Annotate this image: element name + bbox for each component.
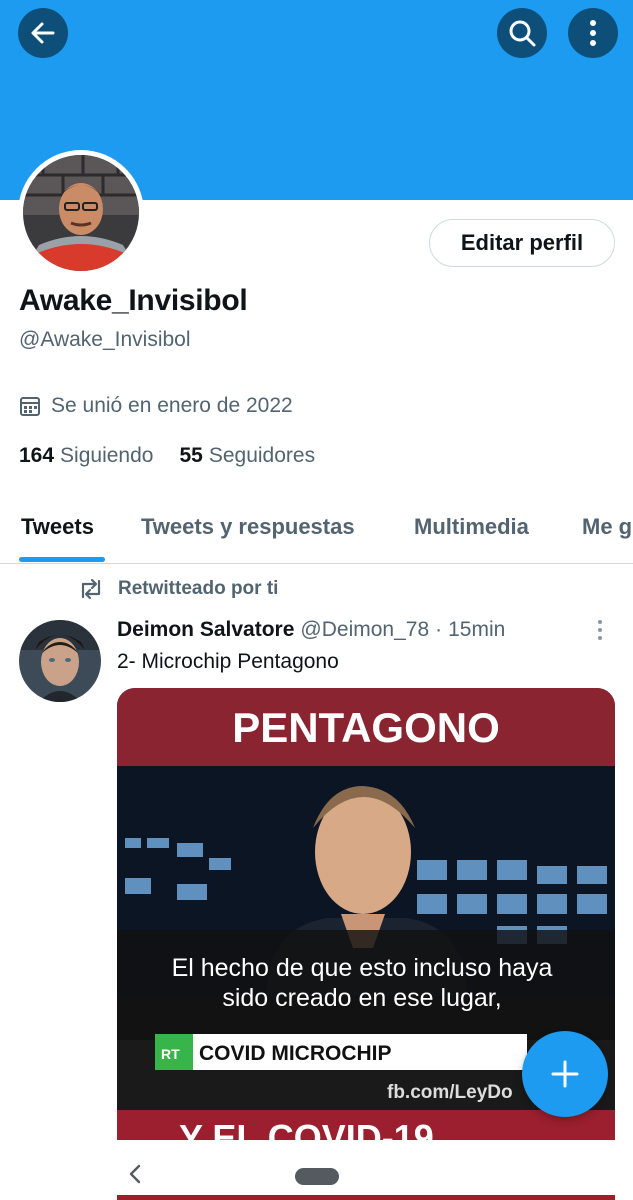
edit-profile-button[interactable]: Editar perfil — [429, 219, 615, 267]
tweet-author-handle[interactable]: @Deimon_78 — [300, 618, 429, 642]
tweet-text: 2- Microchip Pentagono — [117, 650, 339, 673]
media-watermark: fb.com/LeyDo — [387, 1082, 513, 1103]
media-logo: RT — [161, 1046, 180, 1062]
tab-tweets-and-replies[interactable]: Tweets y respuestas — [141, 514, 355, 540]
media-ticker: COVID MICROCHIP — [199, 1042, 392, 1065]
following-link[interactable]: 164 Siguiendo — [19, 444, 153, 468]
tab-likes[interactable]: Me g — [582, 514, 632, 540]
avatar-photo — [23, 155, 139, 271]
more-options-button[interactable] — [568, 8, 618, 58]
retweet-label: Retwitteado por ti — [118, 578, 279, 599]
join-date-text: Se unió en enero de 2022 — [51, 394, 293, 417]
arrow-left-icon — [31, 22, 55, 44]
search-icon — [509, 20, 536, 47]
user-handle: @Awake_Invisibol — [19, 328, 191, 351]
tab-tweets[interactable]: Tweets — [21, 514, 94, 540]
following-label: Siguiendo — [60, 444, 154, 467]
home-gesture-pill[interactable] — [295, 1168, 339, 1185]
tweet-header: Deimon Salvatore @Deimon_78 · 15min — [117, 618, 505, 642]
back-button[interactable] — [18, 8, 68, 58]
plus-icon — [551, 1060, 579, 1088]
media-caption-line1: El hecho de que esto incluso haya — [172, 954, 553, 982]
join-date: Se unió en enero de 2022 — [19, 394, 293, 418]
tweet-more-button[interactable] — [598, 620, 602, 640]
media-bottom-text: Y EL COVID-19 — [179, 1117, 434, 1140]
compose-tweet-button[interactable] — [522, 1031, 608, 1117]
search-button[interactable] — [497, 8, 547, 58]
chevron-left-icon[interactable] — [128, 1164, 142, 1184]
media-headline: PENTAGONO — [232, 704, 500, 751]
profile-tabs: Tweets Tweets y respuestas Multimedia Me… — [0, 492, 633, 564]
tweet-author-avatar[interactable] — [19, 620, 101, 702]
retweet-context: Retwitteado por ti — [78, 578, 278, 600]
tab-media[interactable]: Multimedia — [414, 514, 529, 540]
more-vertical-icon — [590, 20, 596, 46]
profile-avatar[interactable] — [18, 150, 144, 276]
calendar-icon — [20, 397, 40, 416]
system-navigation-bar — [0, 1140, 633, 1200]
display-name: Awake_Invisibol — [19, 284, 248, 317]
active-tab-indicator — [19, 557, 105, 562]
followers-label: Seguidores — [208, 444, 316, 467]
tweet-author-name[interactable]: Deimon Salvatore — [117, 618, 294, 642]
media-continuation-strip — [117, 1195, 615, 1200]
followers-link[interactable]: 55 Seguidores — [179, 444, 315, 468]
following-count: 164 — [19, 444, 55, 467]
media-caption-line2: sido creado en ese lugar, — [222, 984, 501, 1012]
followers-count: 55 — [179, 444, 203, 467]
tweet-time: 15min — [448, 618, 506, 641]
follow-stats: 164 Siguiendo 55 Seguidores — [19, 444, 315, 468]
tweet-separator: · — [435, 618, 443, 641]
retweet-icon — [81, 578, 101, 600]
